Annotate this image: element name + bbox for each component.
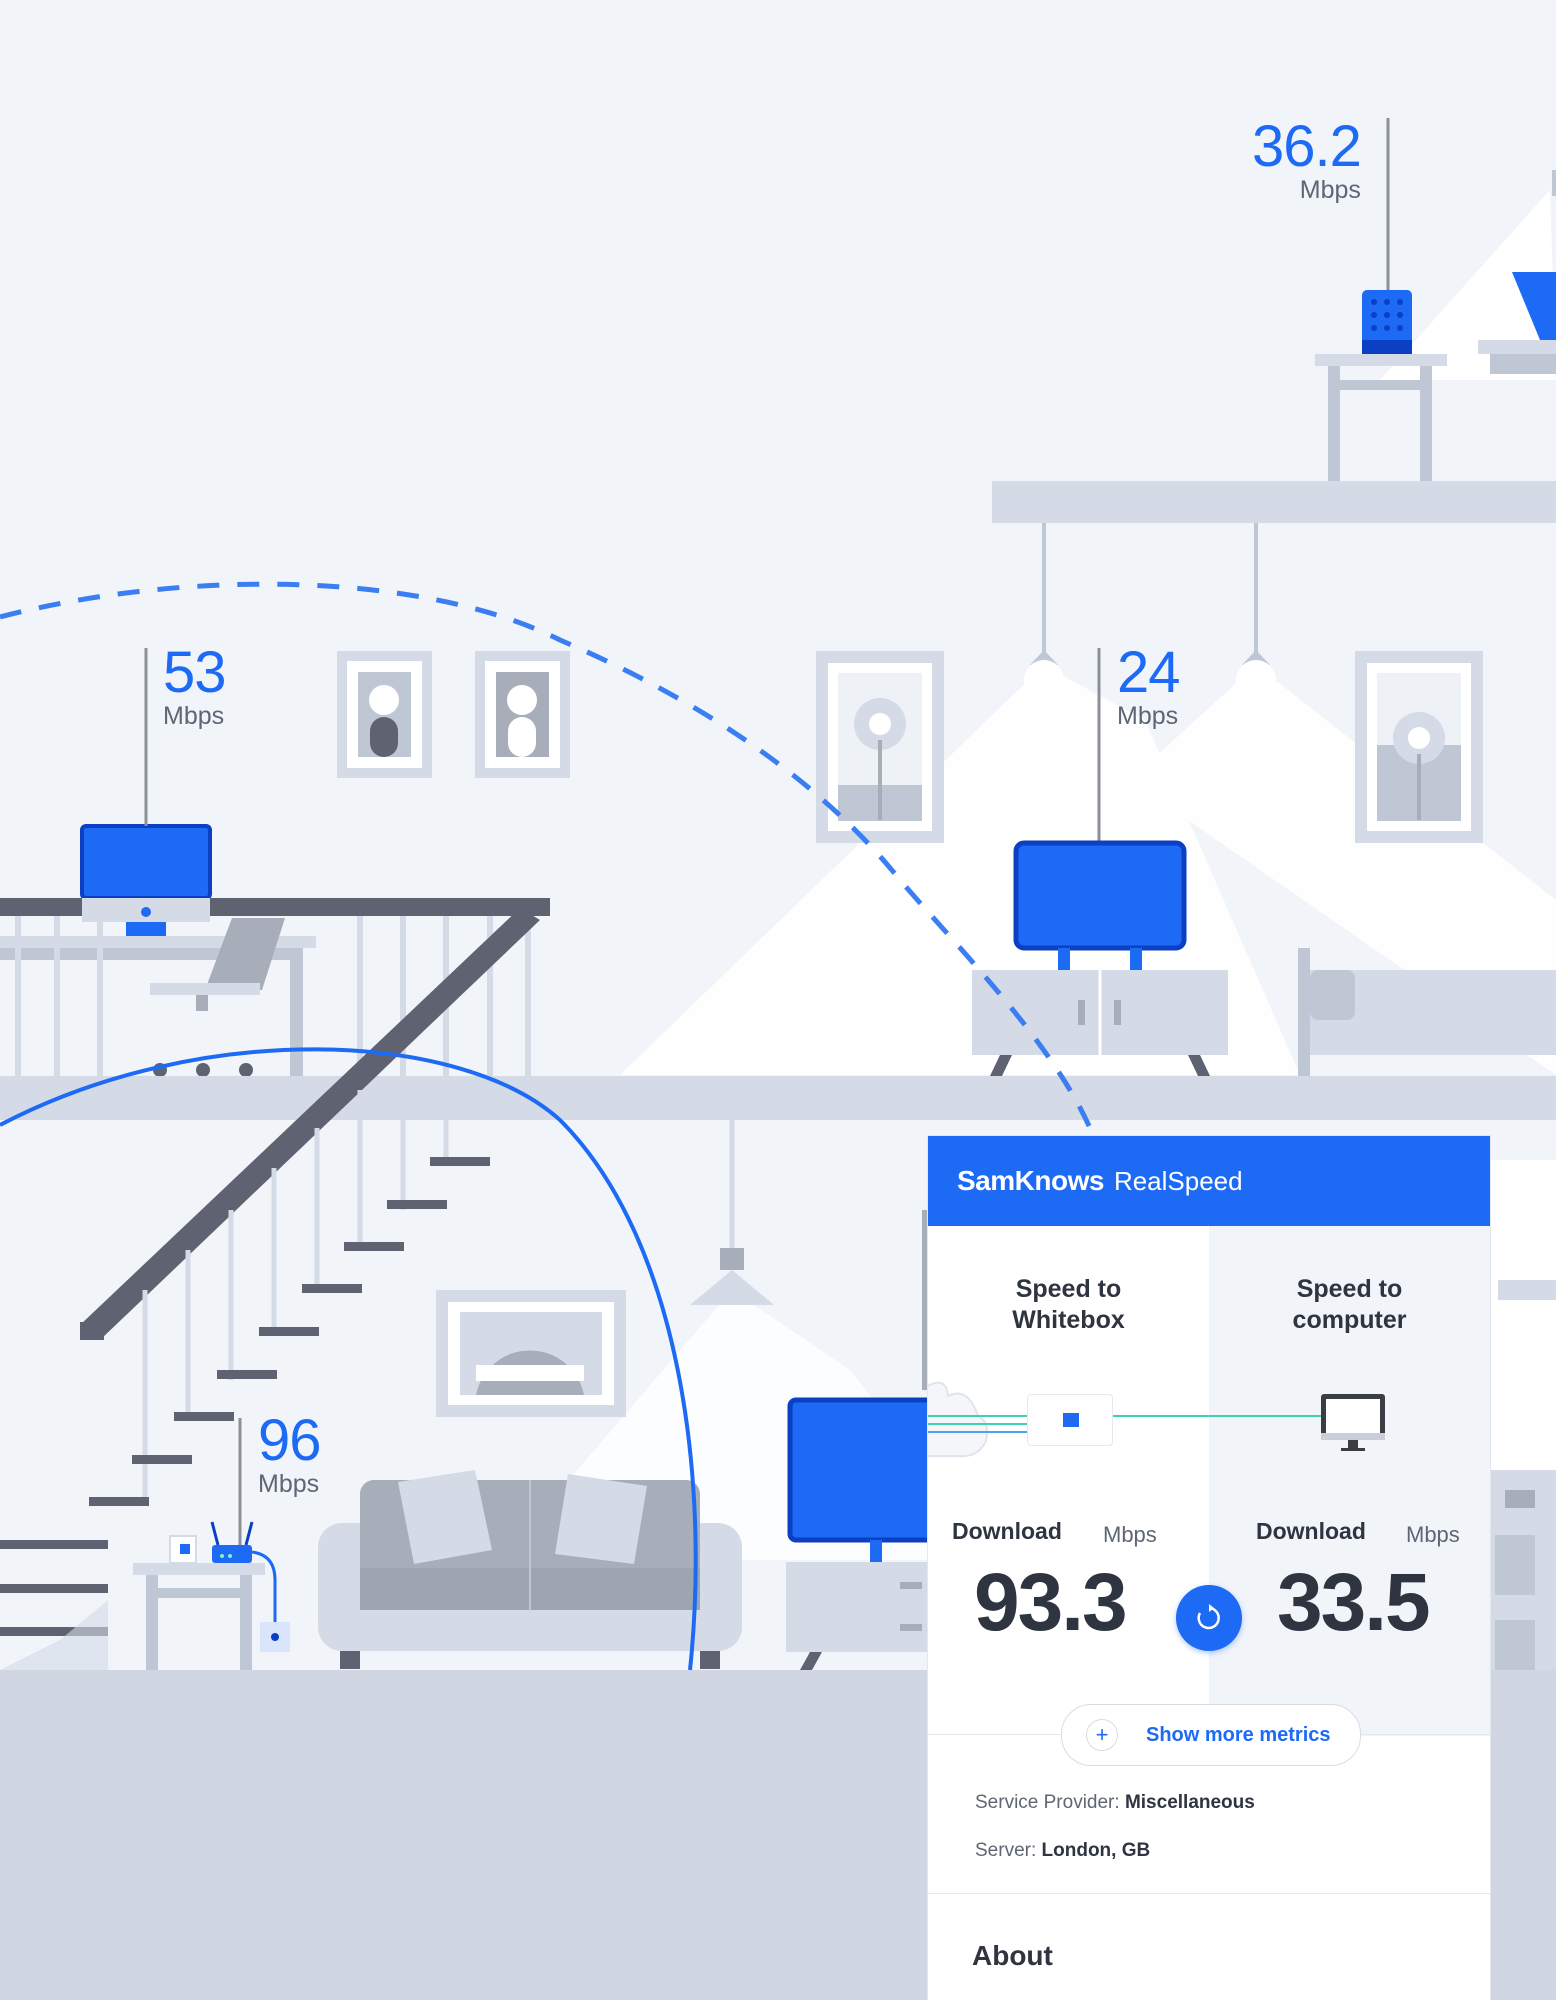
- speed-label-desktop: 53 Mbps: [163, 640, 227, 730]
- speed-to-whitebox: Speed to Whitebox Download Mbps 93.3: [928, 1226, 1209, 1736]
- flower-frame: [1355, 651, 1483, 843]
- router-table: [133, 1563, 265, 1670]
- server-label: Server:: [975, 1840, 1037, 1861]
- speed-to-computer: Speed to computer Download Mbps 33.5: [1209, 1226, 1490, 1736]
- download-unit: Mbps: [1103, 1522, 1157, 1547]
- speed-unit: Mbps: [1299, 176, 1361, 204]
- download-label: Download: [952, 1518, 1062, 1544]
- speed-unit: Mbps: [258, 1470, 320, 1498]
- service-provider-value: Miscellaneous: [1124, 1792, 1255, 1813]
- service-provider: Service Provider: Miscellaneous: [975, 1792, 1255, 1814]
- column-title-line: Speed to: [1296, 1275, 1403, 1303]
- upper-floor: [992, 481, 1556, 523]
- server-value: London, GB: [1041, 1840, 1151, 1861]
- speed-label-tv: 24 Mbps: [1117, 640, 1181, 730]
- landscape-frame: [436, 1290, 626, 1417]
- brand-logo: SamKnows: [957, 1165, 1104, 1196]
- computer-connection: [1209, 1394, 1385, 1451]
- column-title-line: Whitebox: [1012, 1306, 1125, 1334]
- bed: [1298, 948, 1310, 1076]
- download-value: 33.5: [1277, 1557, 1431, 1648]
- speed-label-whitebox: 36.2 Mbps: [1252, 114, 1362, 204]
- realspeed-panel: SamKnows RealSpeed Speed to Whitebox Dow…: [928, 1136, 1490, 2000]
- show-more-metrics-label: Show more metrics: [1146, 1723, 1331, 1746]
- speed-value: 36.2: [1252, 114, 1362, 179]
- column-title: Speed to Whitebox: [928, 1274, 1209, 1336]
- download-unit: Mbps: [1406, 1522, 1460, 1547]
- sofa: [318, 1470, 742, 1669]
- download-label: Download: [1256, 1518, 1366, 1544]
- portrait-frame: [337, 651, 432, 778]
- whitebox-icon: [1027, 1394, 1113, 1446]
- refresh-button[interactable]: [1176, 1585, 1242, 1651]
- computer-icon: [1321, 1394, 1385, 1451]
- speed-unit: Mbps: [1117, 702, 1179, 730]
- middle-floor: [0, 1076, 1556, 1120]
- speed-value: 24: [1117, 640, 1181, 705]
- speed-unit: Mbps: [163, 702, 225, 730]
- column-title-line: computer: [1292, 1306, 1407, 1334]
- divider: [928, 1893, 1490, 1894]
- tv-icon: [787, 1397, 943, 1543]
- router-icon: [210, 1521, 254, 1563]
- cloud-icon: [928, 1381, 988, 1458]
- column-title: Speed to computer: [1209, 1274, 1490, 1336]
- speed-value: 53: [163, 640, 227, 705]
- server-info: Server: London, GB: [975, 1840, 1150, 1862]
- download-value: 93.3: [974, 1557, 1128, 1648]
- speed-value: 96: [258, 1408, 322, 1473]
- show-more-metrics-button[interactable]: + Show more metrics: [1061, 1704, 1361, 1766]
- product-name: RealSpeed: [1113, 1165, 1243, 1196]
- speed-label-router: 96 Mbps: [258, 1408, 322, 1498]
- desktop-monitor: [80, 824, 212, 900]
- plus-icon: +: [1086, 1719, 1118, 1751]
- side-table-top: [1315, 354, 1447, 366]
- portrait-frame: [475, 651, 570, 778]
- refresh-icon: [1197, 1604, 1220, 1630]
- tv-icon: [1013, 840, 1187, 951]
- stair-banister: [80, 908, 540, 1340]
- service-provider-label: Service Provider:: [975, 1792, 1120, 1813]
- about-heading: About: [972, 1940, 1053, 1971]
- column-title-line: Speed to: [1015, 1275, 1122, 1303]
- speed-columns: Speed to Whitebox Download Mbps 93.3 Spe…: [928, 1226, 1490, 1736]
- panel-header: SamKnows RealSpeed: [928, 1136, 1490, 1226]
